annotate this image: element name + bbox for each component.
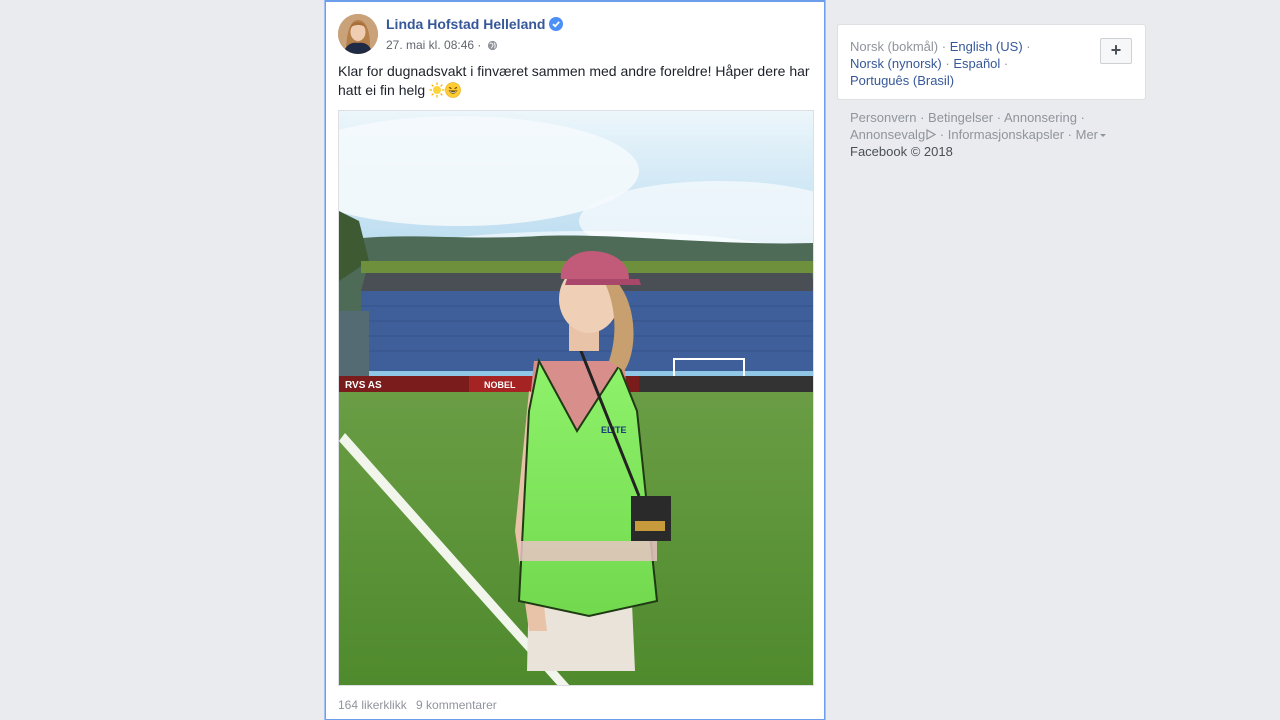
copyright-text: Facebook © 2018: [850, 144, 953, 159]
footer-link-privacy[interactable]: Personvern: [850, 110, 916, 125]
verified-badge-icon: [549, 17, 564, 31]
author-name[interactable]: Linda Hofstad Helleland: [386, 16, 545, 32]
add-language-button[interactable]: +: [1100, 38, 1132, 64]
grinning-emoji-icon: [445, 82, 461, 98]
footer-link-more[interactable]: Mer: [1076, 127, 1107, 142]
post-card: Linda Hofstad Helleland 27. mai kl. 08:4…: [325, 0, 825, 720]
meta-separator: ·: [474, 38, 485, 52]
footer-link-ad-choices[interactable]: Annonsevalg: [850, 127, 937, 142]
language-link-nynorsk[interactable]: Norsk (nynorsk): [850, 56, 942, 71]
globe-privacy-icon[interactable]: [487, 40, 498, 51]
current-language: Norsk (bokmål): [850, 39, 939, 54]
language-link-espanol[interactable]: Español: [953, 56, 1000, 71]
sun-emoji-icon: [429, 82, 445, 98]
more-caret-icon: [1100, 134, 1107, 137]
footer-links: Personvern · Betingelser · Annonsering ·…: [850, 109, 1140, 160]
footer-link-advertising[interactable]: Annonsering: [1004, 110, 1077, 125]
post-meta: 27. mai kl. 08:46 ·: [386, 38, 498, 52]
author-avatar[interactable]: [338, 14, 378, 54]
ad-choices-icon: [926, 129, 937, 140]
post-message-text: Klar for dugnadsvakt i finværet sammen m…: [338, 63, 810, 98]
post-header: Linda Hofstad Helleland 27. mai kl. 08:4…: [338, 14, 808, 54]
language-link-portugues[interactable]: Português (Brasil): [850, 73, 954, 88]
footer-link-more-label[interactable]: Mer: [1076, 127, 1098, 142]
footer-link-ad-choices-label[interactable]: Annonsevalg: [850, 127, 925, 142]
footer-link-terms[interactable]: Betingelser: [928, 110, 993, 125]
post-message: Klar for dugnadsvakt i finværet sammen m…: [338, 62, 814, 100]
language-selector-card: Norsk (bokmål) · English (US) · Norsk (n…: [837, 24, 1146, 100]
post-stats: 164 likerklikk 9 kommentarer: [338, 698, 503, 712]
author-name-link[interactable]: Linda Hofstad Helleland: [386, 16, 564, 32]
banner-text-nobel: NOBEL: [484, 380, 516, 390]
language-list: Norsk (bokmål) · English (US) · Norsk (n…: [850, 39, 1031, 88]
footer-link-cookies[interactable]: Informasjonskapsler: [948, 127, 1064, 142]
post-timestamp[interactable]: 27. mai kl. 08:46: [386, 38, 474, 52]
banner-text-rvs: RVS AS: [345, 380, 382, 391]
language-link-english[interactable]: English (US): [950, 39, 1023, 54]
comments-count[interactable]: 9 kommentarer: [416, 698, 497, 712]
likes-count[interactable]: 164 likerklikk: [338, 698, 407, 712]
post-photo[interactable]: RVS AS NOBEL ELITE: [338, 110, 814, 686]
